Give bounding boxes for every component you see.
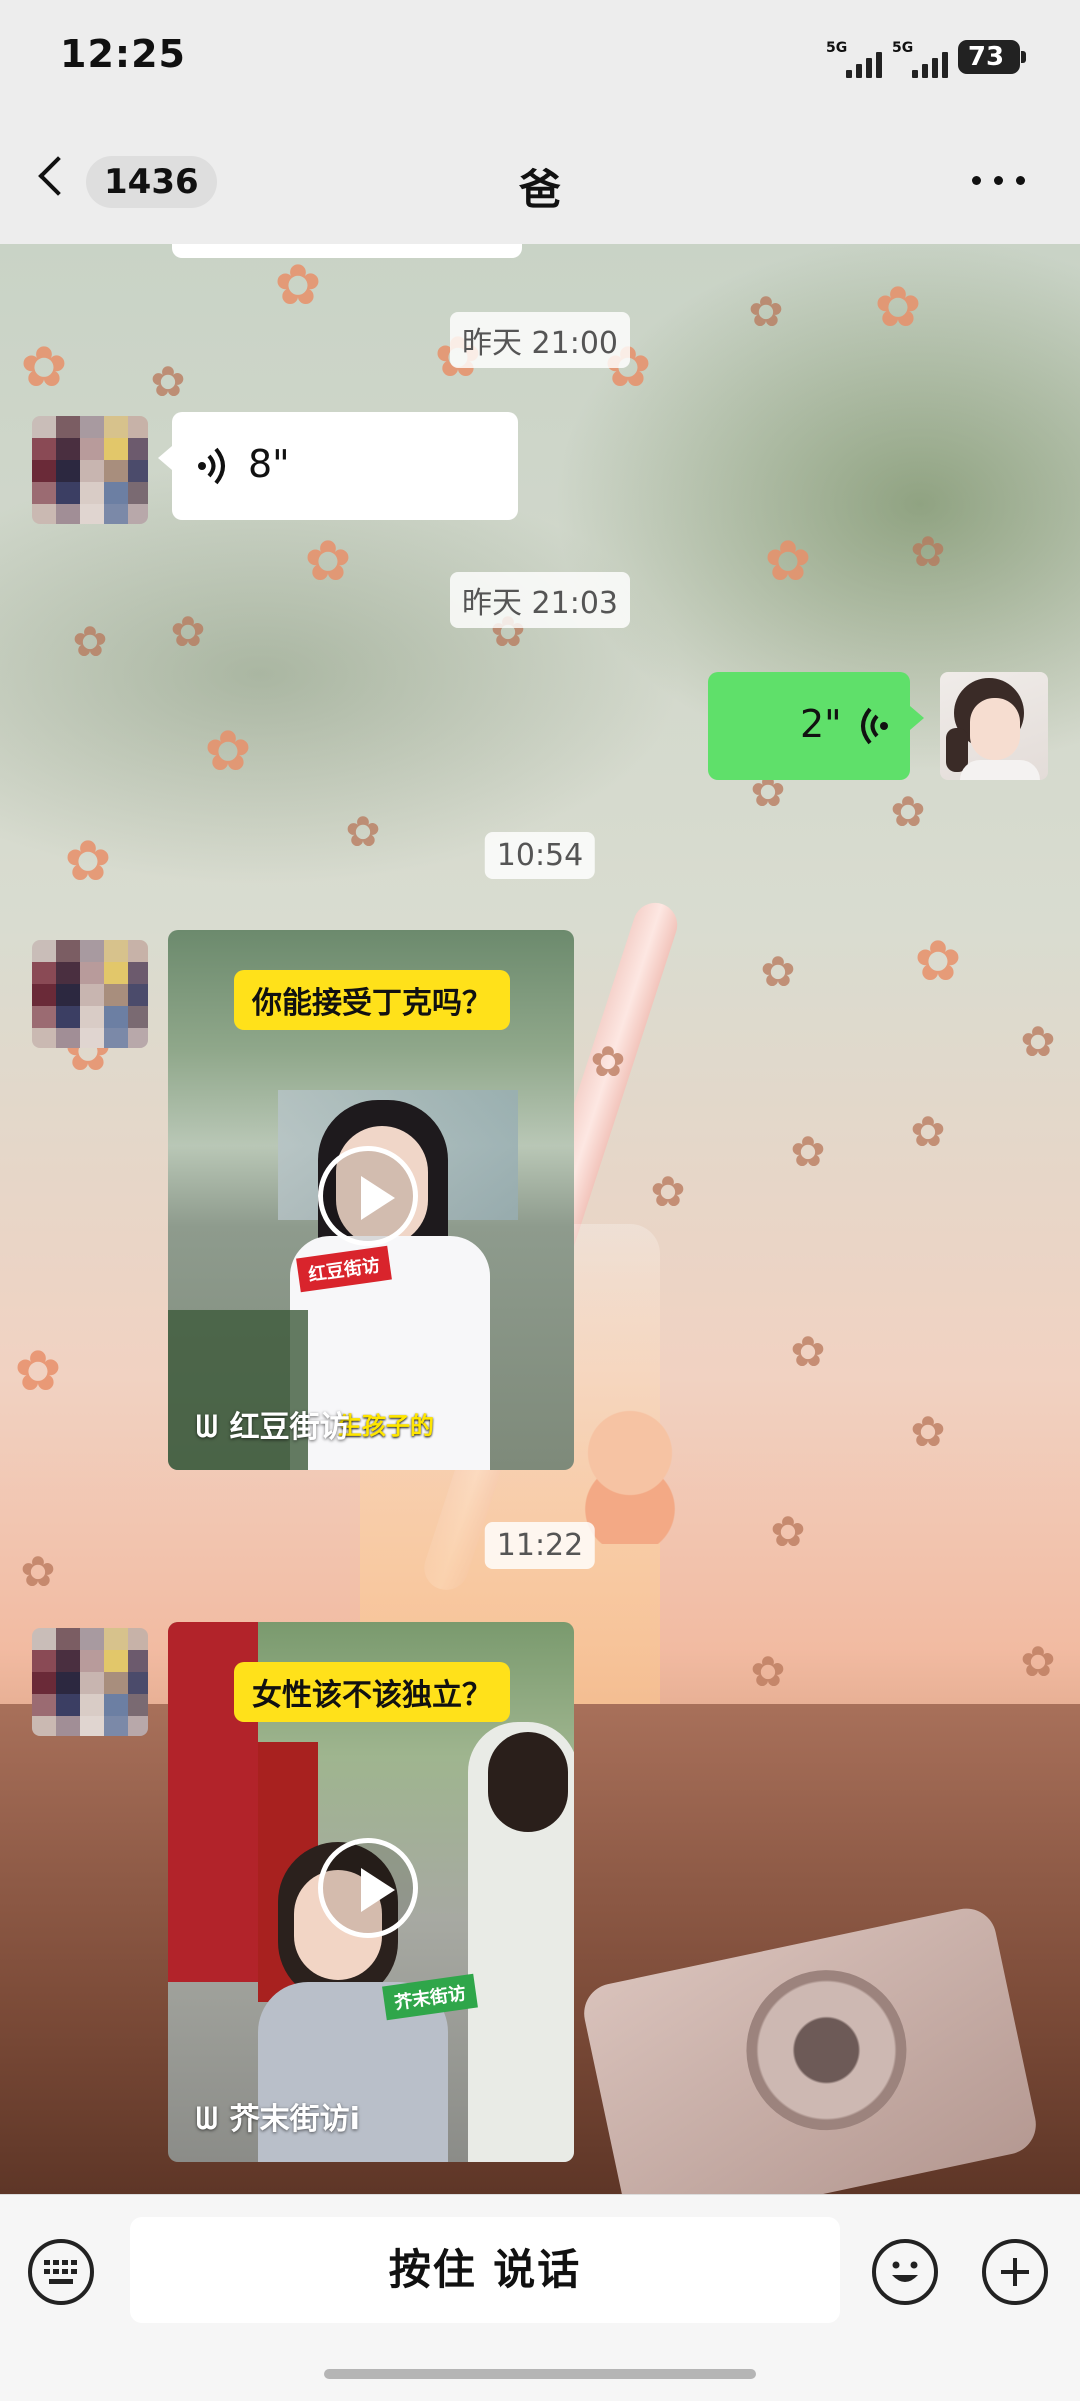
hold-to-talk-button[interactable]: 按住 说话 <box>130 2217 840 2323</box>
play-icon[interactable] <box>318 1838 418 1938</box>
video-subtitle: 生孩子的 <box>338 1412 434 1440</box>
voice-duration: 8" <box>248 442 290 486</box>
emoji-icon[interactable] <box>872 2239 938 2305</box>
chat-header: 1436 爸 <box>0 120 1080 244</box>
video-source: ᗯ 芥末街访i <box>196 2102 360 2137</box>
channel-logo-icon: ᗯ <box>196 2102 218 2137</box>
video-title-tag: 女性该不该独立？ <box>234 1662 510 1722</box>
voice-wave-icon <box>198 447 225 485</box>
timestamp: 昨天 21:03 <box>450 572 630 628</box>
chat-title: 爸 <box>518 165 561 214</box>
bear-charm-image <box>580 1404 680 1544</box>
timestamp: 11:22 <box>484 1522 596 1569</box>
sender-avatar[interactable] <box>32 416 148 524</box>
play-icon[interactable] <box>318 1146 418 1246</box>
video-source: ᗯ 红豆街访 <box>196 1410 350 1445</box>
status-time: 12:25 <box>60 32 186 76</box>
own-avatar[interactable] <box>940 672 1048 780</box>
video-title-tag: 你能接受丁克吗？ <box>234 970 510 1030</box>
mic-badge: 芥末街访 <box>382 1973 478 2021</box>
signal-1-icon: 5G <box>826 40 896 80</box>
video-message-card[interactable]: 你能接受丁克吗？ 红豆街访 生孩子的 ᗯ 红豆街访 <box>168 930 574 1470</box>
voice-message-bubble[interactable]: 8" <box>158 412 518 520</box>
sender-avatar[interactable] <box>32 940 148 1048</box>
voice-wave-icon <box>861 707 888 745</box>
status-bar: 12:25 5G 5G 73 <box>0 0 1080 120</box>
battery-level: 73 <box>967 42 1005 72</box>
signal-2-icon: 5G <box>892 40 962 80</box>
sender-avatar[interactable] <box>32 1628 148 1736</box>
voice-duration: 2" <box>800 702 842 746</box>
voice-message-bubble-outgoing[interactable]: 2" <box>708 672 924 780</box>
plus-icon[interactable] <box>982 2239 1048 2305</box>
keyboard-icon[interactable] <box>28 2239 94 2305</box>
video-message-card[interactable]: 女性该不该独立？ 芥末街访 ᗯ 芥末街访i <box>168 1622 574 2162</box>
home-indicator[interactable] <box>324 2369 756 2379</box>
partial-message-bubble[interactable] <box>172 244 522 258</box>
more-icon[interactable] <box>972 168 1032 192</box>
channel-logo-icon: ᗯ <box>196 1410 218 1445</box>
battery-icon: 73 <box>958 40 1026 74</box>
timestamp: 10:54 <box>484 832 596 879</box>
timestamp: 昨天 21:00 <box>450 312 630 368</box>
